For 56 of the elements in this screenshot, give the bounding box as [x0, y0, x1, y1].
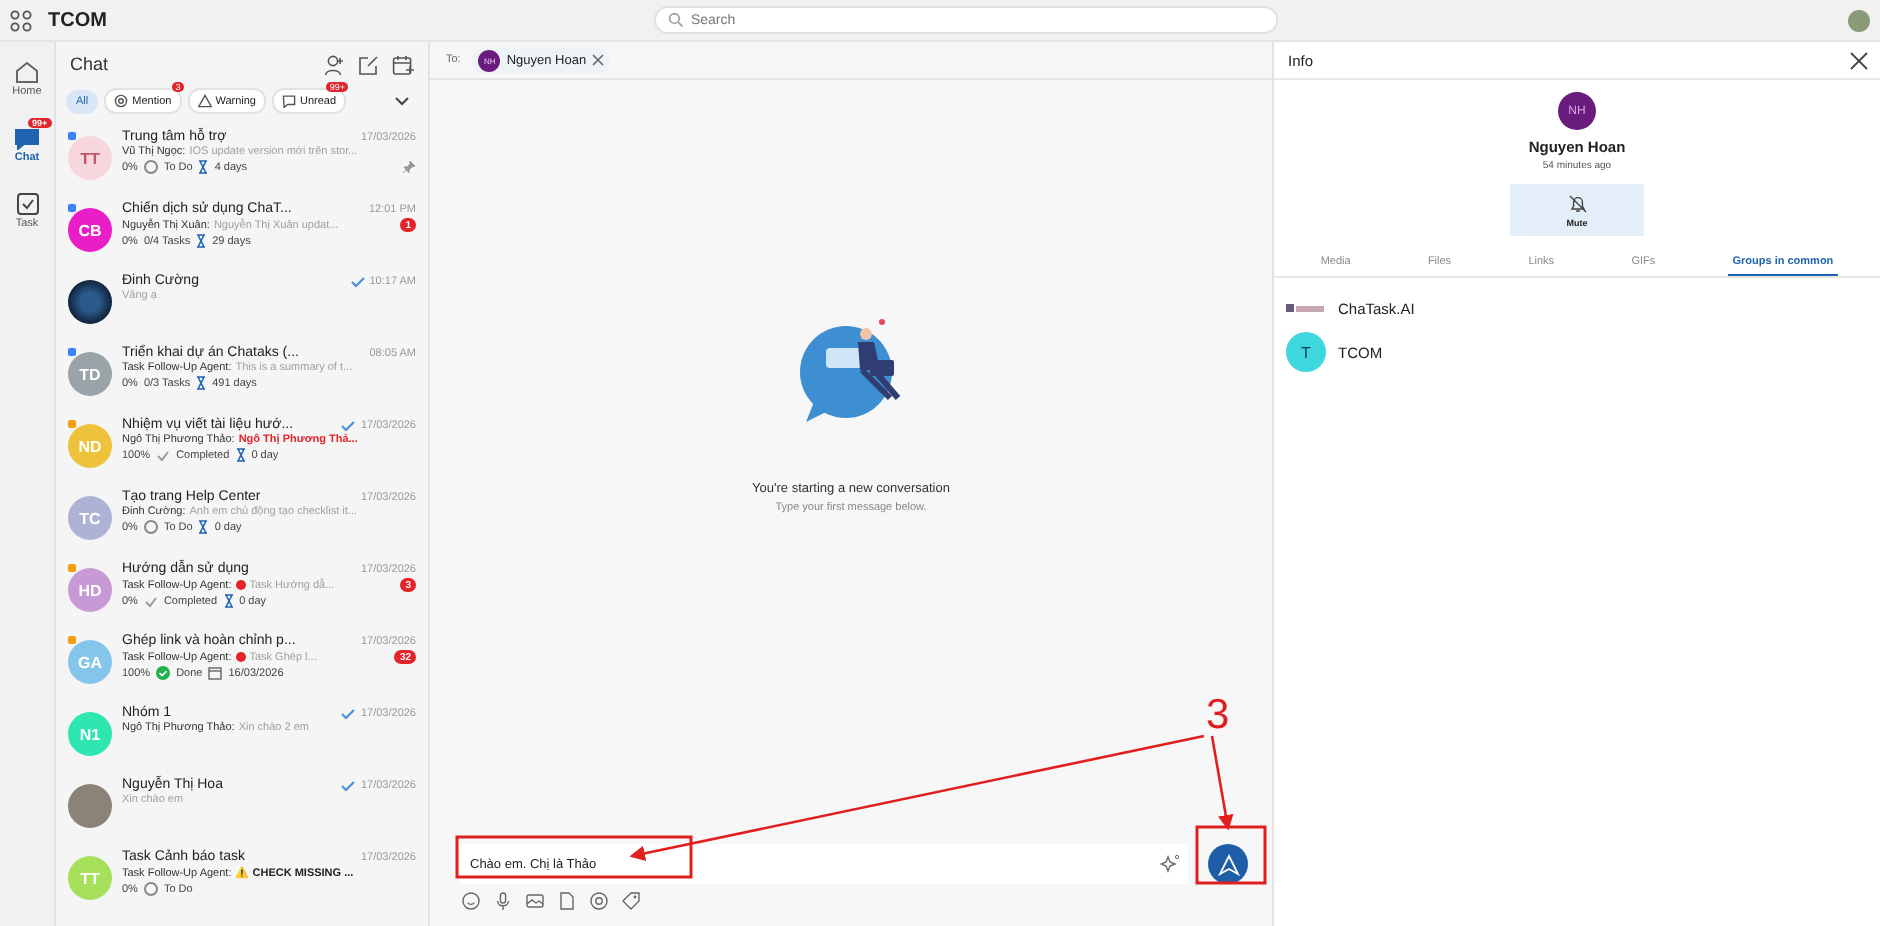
avatar: N1: [68, 712, 112, 756]
chevron-down-icon[interactable]: [394, 96, 410, 106]
tag-icon[interactable]: [622, 892, 640, 910]
calendar-add-icon[interactable]: [392, 53, 414, 75]
circle-icon: [143, 160, 158, 174]
check-icon: [156, 449, 171, 461]
status-dot-icon: [235, 580, 246, 590]
checkbox-icon: [15, 192, 39, 216]
annotation-number: 3: [1206, 692, 1230, 738]
file-icon[interactable]: [558, 892, 576, 910]
annotation-arrow: [1210, 735, 1234, 831]
logo-avatar: [68, 280, 112, 324]
avatar: HD: [68, 568, 112, 612]
microphone-icon[interactable]: [494, 892, 512, 910]
avatar: ND: [68, 424, 112, 468]
chat-icon: [281, 94, 296, 108]
compose-icon[interactable]: [358, 53, 380, 75]
home-icon: [14, 60, 40, 84]
hourglass-icon: [198, 160, 209, 174]
annotation-box: [1195, 825, 1267, 885]
close-icon[interactable]: [1850, 51, 1868, 69]
hourglass-icon: [196, 234, 207, 248]
bell-off-icon: [1567, 193, 1587, 213]
image-icon[interactable]: [526, 892, 544, 910]
photo-placeholder: [68, 784, 112, 828]
check-icon: [143, 595, 158, 607]
panel-title: Chat: [70, 54, 109, 74]
emoji-icon[interactable]: [462, 892, 480, 910]
send-button[interactable]: [1208, 844, 1248, 884]
pin-icon[interactable]: [402, 160, 416, 174]
app-name: TCOM: [48, 9, 107, 31]
hourglass-icon: [196, 376, 207, 390]
circle-icon: [143, 520, 158, 534]
add-user-icon[interactable]: [324, 53, 346, 75]
send-icon: [1217, 853, 1239, 875]
hourglass-icon: [235, 448, 246, 462]
apps-grid-icon[interactable]: [10, 9, 32, 31]
warning-icon: [197, 94, 212, 108]
avatar: CB: [68, 208, 112, 252]
close-icon[interactable]: [592, 54, 605, 66]
status-dot-icon: [235, 652, 246, 662]
avatar: GA: [68, 640, 112, 684]
calendar-icon: [208, 666, 223, 680]
search-icon: [668, 12, 685, 28]
hourglass-icon: [223, 594, 234, 608]
check-circle-icon: [156, 666, 171, 680]
circle-icon: [143, 882, 158, 896]
chat-icon: [14, 126, 40, 150]
avatar: TT: [68, 856, 112, 900]
sparkle-icon[interactable]: [1160, 854, 1180, 874]
avatar: T: [1286, 332, 1326, 372]
hourglass-icon: [198, 520, 209, 534]
avatar: TC: [68, 496, 112, 540]
avatar: TT: [68, 136, 112, 180]
user-avatar[interactable]: [1848, 9, 1870, 31]
avatar: TD: [68, 352, 112, 396]
